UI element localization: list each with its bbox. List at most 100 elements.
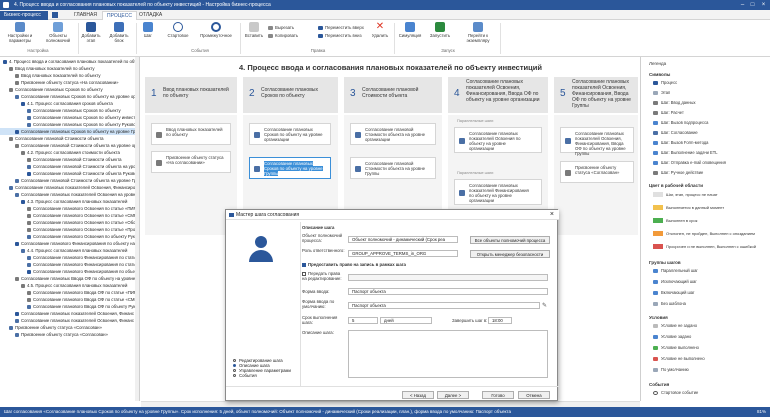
tree-item[interactable]: Согласование планового Финансирования по… (0, 254, 136, 261)
tree-item[interactable]: Согласование плановой Стоимости объекта … (0, 163, 136, 170)
tree-item[interactable]: Согласование планового Освоения по стать… (0, 219, 136, 226)
tree-item[interactable]: Согласование плановых Сроков по объекту (0, 86, 136, 93)
tree-item[interactable]: 4.2. Процесс согласования стоимости объе… (0, 149, 136, 156)
tree-item[interactable]: Согласование плановых Сроков по объекту … (0, 128, 136, 135)
card-status-approved[interactable]: Присвоение объекту статуса «Согласован» (560, 161, 634, 183)
tree-item[interactable]: Согласование планового Освоения по стать… (0, 212, 136, 219)
tree-item[interactable]: 4.3. Процесс согласования плановых показ… (0, 198, 136, 205)
wizard-step[interactable]: События (233, 373, 291, 378)
card-all-group[interactable]: Согласование плановых показателей Освоен… (560, 127, 634, 156)
cancel-button[interactable]: Отмена (518, 391, 550, 399)
tree-item[interactable]: 4.4. Процесс согласования плановых показ… (0, 247, 136, 254)
object-select[interactable]: Объект полномочий - динамический (Срок р… (348, 236, 458, 243)
tab-process[interactable]: ПРОЦЕСС (102, 11, 137, 20)
maximize-icon[interactable]: □ (748, 1, 757, 9)
tree-item[interactable]: Согласование планового Освоения по объек… (0, 233, 136, 240)
card-cost-org[interactable]: Согласование плановой Стоимости объекта … (350, 123, 436, 145)
next-button[interactable]: Далее > (437, 391, 469, 399)
card-terms-org[interactable]: Согласование плановых Сроков по объекту … (249, 123, 331, 145)
stage-1[interactable]: 1 Ввод плановых показателей по объекту (145, 77, 237, 113)
tree-item[interactable]: Согласование плановой Стоимости объекта … (0, 177, 136, 184)
all-objects-button[interactable]: Все объекты полномочий процесса (470, 236, 550, 244)
tree-item[interactable]: 4. Процесс ввода и согласования плановых… (0, 58, 136, 65)
save-icon[interactable] (52, 12, 58, 18)
tree-item[interactable]: Согласование планового Финансирования по… (0, 261, 136, 268)
minimize-icon[interactable]: – (738, 1, 747, 9)
edit-icon[interactable]: ✎ (542, 302, 549, 309)
delegate-checkbox[interactable]: Передать права на редактирование: (302, 271, 346, 281)
card-development-org[interactable]: Согласование плановых показателей Освоен… (454, 127, 542, 153)
insert-button[interactable]: Вставить (243, 22, 265, 38)
default-form-select[interactable]: Паспорт объекта (348, 302, 540, 309)
tree-item[interactable]: Согласование плановых Сроков по объекту … (0, 93, 136, 100)
done-button[interactable]: Готово (482, 391, 514, 399)
delegate-select[interactable] (348, 274, 548, 281)
tree-item[interactable]: Согласование плановых Сроков по объекту … (0, 114, 136, 121)
stage-4[interactable]: 4 Согласование плановых показателей Освое… (448, 77, 548, 113)
tree-item[interactable]: 4.5. Процесс согласования плановых показ… (0, 282, 136, 289)
tree-item[interactable]: Согласование плановой Стоимости объекта (0, 156, 136, 163)
step-button[interactable]: Шаг (138, 22, 158, 38)
finish-time-input[interactable]: 18:00 (488, 317, 512, 324)
role-select[interactable]: GROUP_APPROVE_TERMS_in_ORG (348, 250, 458, 257)
stage-5[interactable]: 5 Согласование плановых показателей Освое… (554, 77, 638, 113)
dialog-close-icon[interactable]: × (550, 210, 554, 220)
tree-item[interactable]: Присвоение объекту статуса «На согласова… (0, 79, 136, 86)
start-event-button[interactable]: Стартовое (164, 22, 192, 38)
card-financing-org[interactable]: Согласование плановых показателей Финанс… (454, 179, 542, 205)
security-manager-button[interactable]: Открыть менеджер безопасности (470, 250, 550, 258)
tree-item[interactable]: Согласование плановых Ввода ОФ по объект… (0, 275, 136, 282)
deadline-input[interactable]: 5 (348, 317, 378, 324)
tree-item[interactable]: Присвоение объекту статуса «Согласован» (0, 331, 136, 338)
tree-item[interactable]: Согласование планового Ввода ОФ по объек… (0, 303, 136, 310)
back-button[interactable]: < Назад (402, 391, 434, 399)
card-input-plan[interactable]: Ввод плановых показателей по объекту (151, 123, 231, 145)
tree-item[interactable]: Согласование плановой Стоимости объекта (0, 135, 136, 142)
stage-3[interactable]: 3 Согласование плановой Стоимости объекта (344, 77, 442, 113)
move-up-button[interactable]: Переместить вверх (318, 25, 364, 31)
intermediate-event-button[interactable]: Промежуточное (196, 22, 236, 38)
tree-item[interactable]: Согласование планового Ввода ОФ по стать… (0, 289, 136, 296)
objects-button[interactable]: Объекты полномочий (42, 22, 74, 43)
tree-item[interactable]: Согласование плановой Стоимости объекта … (0, 170, 136, 177)
tree-item[interactable]: Согласование плановых Сроков по объекту (0, 107, 136, 114)
tree-item[interactable]: Согласование планового Ввода ОФ по стать… (0, 296, 136, 303)
close-icon[interactable]: × (759, 1, 768, 9)
tree-item[interactable]: Согласование плановой Стоимости объекта … (0, 142, 136, 149)
tree-item[interactable]: Согласование плановых показателей Освоен… (0, 310, 136, 317)
tree-item[interactable]: Присвоение объекту статуса «Согласован» (0, 324, 136, 331)
tab-main[interactable]: ГЛАВНАЯ (70, 11, 101, 20)
tree-item[interactable]: Согласование планового Финансирования по… (0, 240, 136, 247)
deadline-unit-select[interactable]: дней (380, 317, 432, 324)
tree-item[interactable]: Согласование планового Освоения по стать… (0, 226, 136, 233)
tree-item[interactable]: Согласование плановых показателей Освоен… (0, 184, 136, 191)
run-button[interactable]: Запустить (427, 22, 453, 38)
tree-item[interactable]: Согласование плановых показателей Освоен… (0, 191, 136, 198)
simulation-button[interactable]: Симуляция (396, 22, 424, 38)
tree-scrollbar[interactable] (135, 57, 139, 401)
card-cost-group[interactable]: Согласование плановой Стоимости объекта … (350, 157, 436, 179)
tab-debug[interactable]: ОТЛАДКА (135, 11, 166, 20)
tree-item[interactable]: Согласование планового Финансирования по… (0, 268, 136, 275)
add-block-button[interactable]: Добавить блок (106, 22, 132, 43)
delete-button[interactable]: ✕ Удалить (370, 22, 390, 39)
form-select[interactable]: Паспорт объекта (348, 288, 548, 295)
copy-button[interactable]: Копировать (268, 33, 298, 39)
tree-item[interactable]: Согласование планового Освоения по стать… (0, 205, 136, 212)
settings-button[interactable]: Настройки и параметры (2, 22, 38, 43)
card-status-approval[interactable]: Присвоение объекту статуса «На согласова… (151, 151, 231, 173)
description-textarea[interactable] (348, 330, 548, 378)
tree-item[interactable]: Согласование плановых Сроков по объекту … (0, 121, 136, 128)
tree-item[interactable]: Ввод плановых показателей по объекту (0, 65, 136, 72)
tab-app[interactable]: Бизнес-процесс (0, 11, 48, 20)
stage-2[interactable]: 2 Согласование плановых Сроков по объекту (243, 77, 338, 113)
card-terms-group[interactable]: Согласование плановых Сроков по объекту … (249, 157, 331, 179)
cut-button[interactable]: Вырезать (268, 25, 294, 31)
tree-item[interactable]: 4.1. Процесс согласования сроков объекта (0, 100, 136, 107)
add-step-button[interactable]: Добавить этап (80, 22, 102, 43)
move-down-button[interactable]: Переместить вниз (318, 33, 362, 39)
tree-item[interactable]: Ввод плановых показателей по объекту (0, 72, 136, 79)
zoom-level[interactable]: 81% (757, 407, 766, 417)
grant-write-checkbox[interactable]: Предоставить право на запись в рамках ша… (302, 262, 406, 267)
tree-item[interactable]: Согласование плановых показателей Освоен… (0, 317, 136, 324)
